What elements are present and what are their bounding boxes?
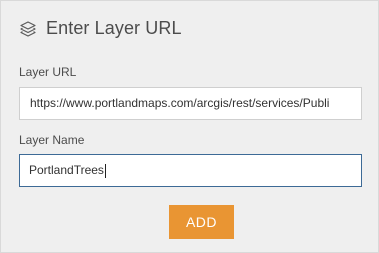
add-button[interactable]: ADD [169, 205, 234, 239]
layer-name-input[interactable]: PortlandTrees [19, 154, 362, 187]
layers-icon [19, 20, 37, 38]
layer-url-label: Layer URL [19, 65, 77, 79]
layer-url-value: https://www.portlandmaps.com/arcgis/rest… [30, 96, 330, 110]
panel-title: Enter Layer URL [46, 18, 182, 38]
layer-name-value: PortlandTrees [29, 163, 104, 177]
layer-url-input[interactable]: https://www.portlandmaps.com/arcgis/rest… [19, 87, 362, 120]
layer-name-label: Layer Name [19, 133, 85, 147]
enter-layer-url-panel: Enter Layer URL Layer URL https://www.po… [0, 0, 379, 253]
text-cursor [104, 163, 106, 178]
panel-header: Enter Layer URL [19, 18, 182, 39]
